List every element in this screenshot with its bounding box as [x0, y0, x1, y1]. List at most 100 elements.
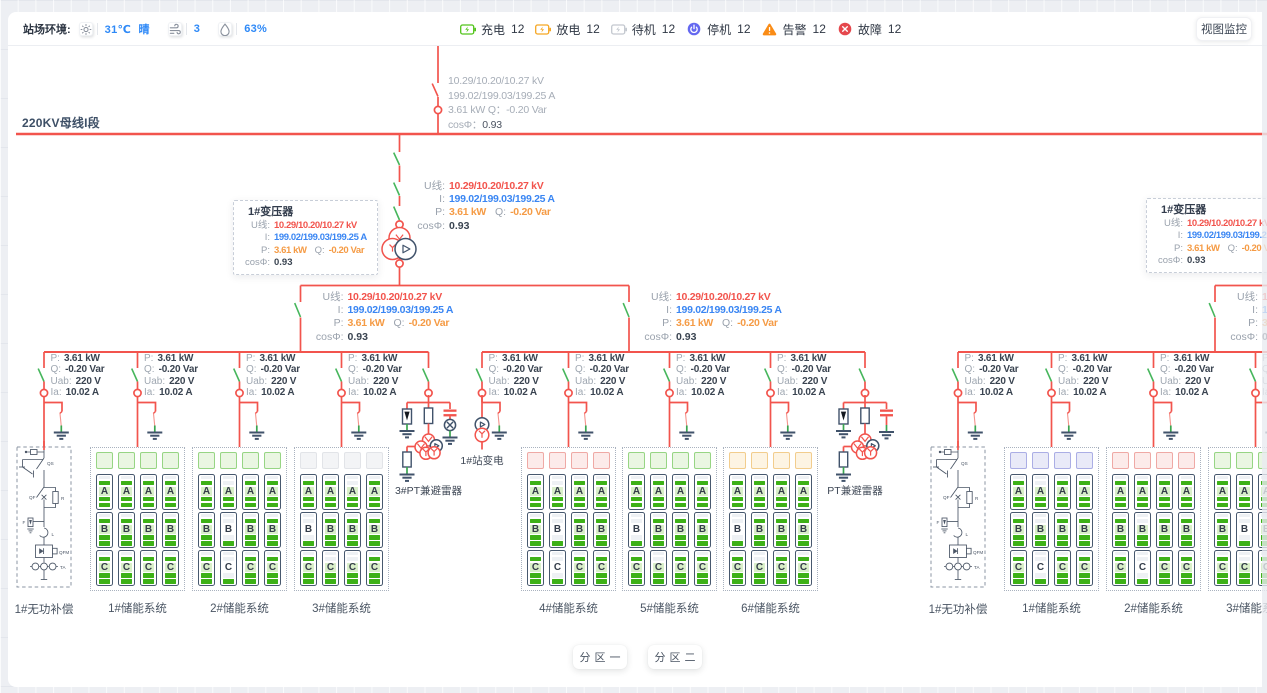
battery-cluster-cell[interactable]: C — [672, 550, 688, 586]
storage-container[interactable]: AAAABBBBCCCC — [192, 447, 288, 591]
battery-cluster-cell[interactable]: C — [300, 550, 316, 586]
pcs-status-indicator[interactable] — [650, 452, 666, 469]
battery-cluster-cell[interactable]: B — [571, 512, 587, 548]
battery-cluster-cell[interactable]: A — [344, 474, 360, 510]
battery-cluster-cell[interactable]: A — [264, 474, 280, 510]
battery-cluster-cell[interactable]: B — [650, 512, 666, 548]
pcs-status-indicator[interactable] — [729, 452, 745, 469]
pcs-status-indicator[interactable] — [751, 452, 767, 469]
pcs-status-indicator[interactable] — [628, 452, 644, 469]
battery-cluster-cell[interactable]: C — [773, 550, 789, 586]
battery-cluster-cell[interactable]: C — [795, 550, 811, 586]
battery-cluster-cell[interactable]: A — [694, 474, 710, 510]
battery-cluster-cell[interactable]: B — [593, 512, 609, 548]
pcs-status-indicator[interactable] — [1236, 452, 1252, 469]
battery-cluster-cell[interactable]: B — [628, 512, 644, 548]
battery-cluster-cell[interactable]: A — [773, 474, 789, 510]
battery-cluster-cell[interactable]: B — [1214, 512, 1230, 548]
battery-cluster-cell[interactable]: A — [140, 474, 156, 510]
pcs-status-indicator[interactable] — [118, 452, 134, 469]
battery-cluster-cell[interactable]: B — [751, 512, 767, 548]
pcs-status-indicator[interactable] — [344, 452, 360, 469]
battery-cluster-cell[interactable]: A — [593, 474, 609, 510]
battery-cluster-cell[interactable]: C — [527, 550, 543, 586]
pcs-status-indicator[interactable] — [1156, 452, 1172, 469]
battery-cluster-cell[interactable]: A — [1010, 474, 1026, 510]
battery-cluster-cell[interactable]: C — [1236, 550, 1252, 586]
pcs-status-indicator[interactable] — [773, 452, 789, 469]
battery-cluster-cell[interactable]: A — [242, 474, 258, 510]
battery-cluster-cell[interactable]: C — [571, 550, 587, 586]
battery-cluster-cell[interactable]: C — [593, 550, 609, 586]
battery-cluster-cell[interactable]: C — [96, 550, 112, 586]
pcs-status-indicator[interactable] — [549, 452, 565, 469]
pcs-status-indicator[interactable] — [1076, 452, 1092, 469]
pcs-status-indicator[interactable] — [1178, 452, 1194, 469]
battery-cluster-cell[interactable]: B — [1178, 512, 1194, 548]
battery-cluster-cell[interactable]: A — [571, 474, 587, 510]
pcs-status-indicator[interactable] — [672, 452, 688, 469]
storage-container[interactable]: AAAABBBBCCCC — [723, 447, 819, 591]
battery-cluster-cell[interactable]: C — [140, 550, 156, 586]
battery-cluster-cell[interactable]: A — [1214, 474, 1230, 510]
pcs-status-indicator[interactable] — [593, 452, 609, 469]
battery-cluster-cell[interactable]: C — [1010, 550, 1026, 586]
pcs-status-indicator[interactable] — [264, 452, 280, 469]
battery-cluster-cell[interactable]: C — [1054, 550, 1070, 586]
battery-cluster-cell[interactable]: B — [729, 512, 745, 548]
scrollbar-gutter[interactable] — [1262, 12, 1267, 687]
battery-cluster-cell[interactable]: C — [549, 550, 565, 586]
battery-cluster-cell[interactable]: A — [751, 474, 767, 510]
storage-container[interactable]: AAAABBBBCCCC — [90, 447, 186, 591]
battery-cluster-cell[interactable]: C — [1156, 550, 1172, 586]
battery-cluster-cell[interactable]: A — [1178, 474, 1194, 510]
battery-cluster-cell[interactable]: B — [773, 512, 789, 548]
battery-cluster-cell[interactable]: B — [322, 512, 338, 548]
battery-cluster-cell[interactable]: B — [694, 512, 710, 548]
battery-cluster-cell[interactable]: C — [162, 550, 178, 586]
pcs-status-indicator[interactable] — [1032, 452, 1048, 469]
battery-cluster-cell[interactable]: A — [1112, 474, 1128, 510]
battery-cluster-cell[interactable]: B — [140, 512, 156, 548]
battery-cluster-cell[interactable]: C — [264, 550, 280, 586]
battery-cluster-cell[interactable]: B — [366, 512, 382, 548]
pcs-status-indicator[interactable] — [198, 452, 214, 469]
battery-cluster-cell[interactable]: C — [694, 550, 710, 586]
battery-cluster-cell[interactable]: A — [220, 474, 236, 510]
battery-cluster-cell[interactable]: A — [527, 474, 543, 510]
battery-cluster-cell[interactable]: A — [795, 474, 811, 510]
battery-cluster-cell[interactable]: A — [549, 474, 565, 510]
battery-cluster-cell[interactable]: C — [242, 550, 258, 586]
battery-cluster-cell[interactable]: A — [729, 474, 745, 510]
battery-cluster-cell[interactable]: B — [1134, 512, 1150, 548]
battery-cluster-cell[interactable]: B — [162, 512, 178, 548]
battery-cluster-cell[interactable]: B — [795, 512, 811, 548]
storage-container[interactable]: AAAABBBBCCCC — [294, 447, 390, 591]
battery-cluster-cell[interactable]: A — [366, 474, 382, 510]
battery-cluster-cell[interactable]: C — [729, 550, 745, 586]
battery-cluster-cell[interactable]: A — [1156, 474, 1172, 510]
battery-cluster-cell[interactable]: B — [1032, 512, 1048, 548]
battery-cluster-cell[interactable]: A — [322, 474, 338, 510]
battery-cluster-cell[interactable]: A — [650, 474, 666, 510]
battery-cluster-cell[interactable]: B — [96, 512, 112, 548]
battery-cluster-cell[interactable]: B — [1236, 512, 1252, 548]
pcs-status-indicator[interactable] — [162, 452, 178, 469]
pcs-status-indicator[interactable] — [694, 452, 710, 469]
pcs-status-indicator[interactable] — [220, 452, 236, 469]
pcs-status-indicator[interactable] — [1054, 452, 1070, 469]
battery-cluster-cell[interactable]: B — [1156, 512, 1172, 548]
pcs-status-indicator[interactable] — [527, 452, 543, 469]
battery-cluster-cell[interactable]: B — [242, 512, 258, 548]
battery-cluster-cell[interactable]: B — [1054, 512, 1070, 548]
battery-cluster-cell[interactable]: B — [344, 512, 360, 548]
battery-cluster-cell[interactable]: A — [1134, 474, 1150, 510]
battery-cluster-cell[interactable]: A — [628, 474, 644, 510]
storage-container[interactable]: AAAABBBBCCCC — [1004, 447, 1100, 591]
battery-cluster-cell[interactable]: B — [527, 512, 543, 548]
pcs-status-indicator[interactable] — [322, 452, 338, 469]
battery-cluster-cell[interactable]: B — [1076, 512, 1092, 548]
battery-cluster-cell[interactable]: C — [1032, 550, 1048, 586]
zone-button[interactable]: 分区二 — [648, 645, 702, 669]
pcs-status-indicator[interactable] — [795, 452, 811, 469]
